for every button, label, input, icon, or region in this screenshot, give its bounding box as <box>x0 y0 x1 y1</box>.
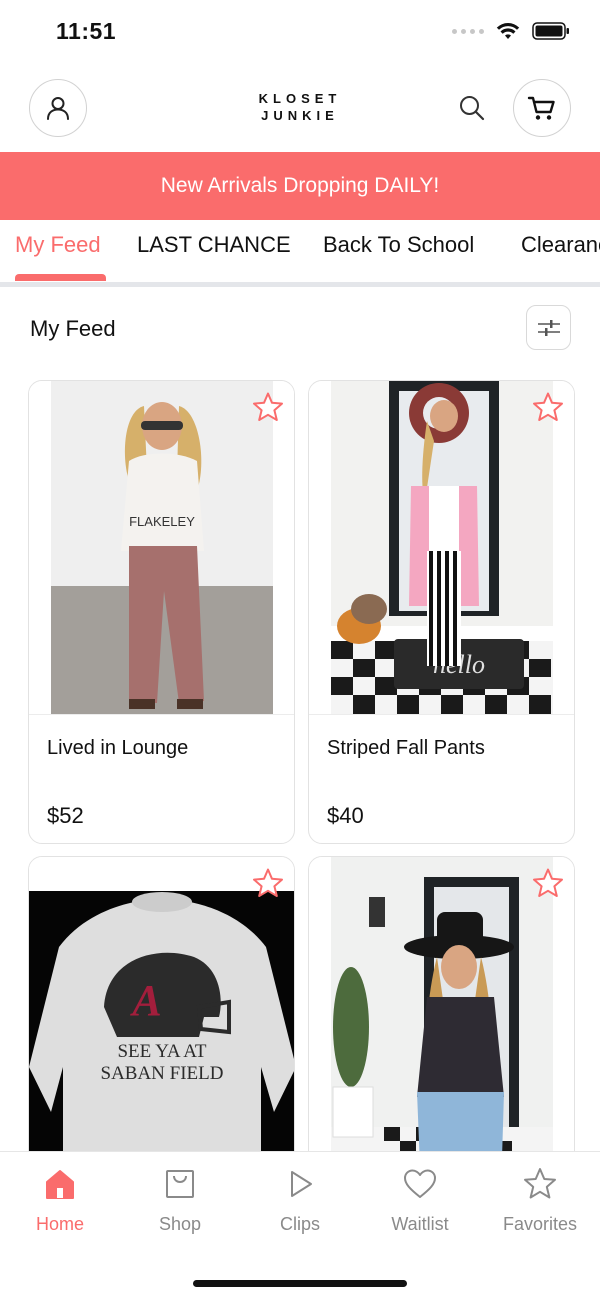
product-card[interactable] <box>308 856 575 1176</box>
nav-home-label: Home <box>35 1214 84 1234</box>
active-tab-indicator <box>15 274 106 281</box>
favorite-star-icon[interactable] <box>532 391 564 423</box>
nav-waitlist[interactable]: Waitlist <box>370 1166 470 1235</box>
product-card[interactable]: FLAKELEY Lived in Lounge $52 <box>28 380 295 844</box>
shirt-print-line-1: SEE YA AT <box>117 1041 206 1062</box>
star-icon <box>524 1168 556 1199</box>
sliders-icon <box>537 319 560 336</box>
shirt-print-line-2: SABAN FIELD <box>101 1063 224 1084</box>
feed-title: My Feed <box>30 316 116 341</box>
promo-banner[interactable]: New Arrivals Dropping DAILY! <box>0 152 600 220</box>
status-time: 11:51 <box>56 18 117 44</box>
home-icon <box>46 1170 74 1199</box>
status-bar: 11:51 <box>0 0 600 66</box>
product-card[interactable]: A SEE YA AT SABAN FIELD <box>28 856 295 1176</box>
brand-logo[interactable]: KLOSET JUNKIE <box>0 90 600 124</box>
nav-waitlist-label: Waitlist <box>391 1214 449 1234</box>
nav-favorites-label: Favorites <box>502 1214 578 1234</box>
tab-clearance[interactable]: Clearance <box>521 232 600 282</box>
tab-last-chance[interactable]: LAST CHANCE <box>137 232 291 282</box>
card-divider <box>309 714 574 715</box>
favorite-star-icon[interactable] <box>252 867 284 899</box>
product-price: $52 <box>47 803 84 828</box>
nav-shop-label: Shop <box>158 1214 202 1234</box>
status-icons <box>452 22 570 40</box>
logo-line-2: JUNKIE <box>261 108 339 123</box>
signal-dots-icon <box>452 28 484 34</box>
cart-button[interactable] <box>513 79 571 137</box>
card-divider <box>29 714 294 715</box>
product-image[interactable]: hello <box>309 381 574 715</box>
product-card[interactable]: hello Striped Fall Pants $40 <box>308 380 575 844</box>
tab-back-to-school[interactable]: Back To School <box>323 232 474 282</box>
product-name[interactable]: Lived in Lounge <box>47 737 188 760</box>
shopping-bag-icon <box>166 1170 194 1198</box>
nav-home[interactable]: Home <box>10 1166 110 1235</box>
search-button[interactable] <box>457 93 487 123</box>
product-name[interactable]: Striped Fall Pants <box>327 737 485 760</box>
product-image[interactable] <box>309 857 574 1175</box>
top-header: KLOSET JUNKIE <box>0 66 600 152</box>
cart-icon <box>527 96 555 120</box>
search-icon <box>460 96 485 121</box>
svg-text:FLAKELEY: FLAKELEY <box>129 514 195 529</box>
logo-line-1: KLOSET <box>258 91 342 106</box>
product-image[interactable]: FLAKELEY <box>29 381 294 715</box>
bottom-tab-bar: Home Shop Clips Waitlist Favorites <box>0 1151 600 1299</box>
product-image[interactable]: A SEE YA AT SABAN FIELD <box>29 857 294 1175</box>
play-icon <box>291 1171 312 1197</box>
nav-clips-label: Clips <box>279 1214 320 1234</box>
favorite-star-icon[interactable] <box>252 391 284 423</box>
home-indicator <box>193 1280 407 1287</box>
tabs-divider <box>0 282 600 287</box>
heart-icon <box>404 1169 436 1198</box>
nav-favorites[interactable]: Favorites <box>490 1166 590 1235</box>
promo-banner-text: New Arrivals Dropping DAILY! <box>160 174 440 197</box>
filter-button[interactable] <box>526 305 571 350</box>
favorite-star-icon[interactable] <box>532 867 564 899</box>
product-price: $40 <box>327 803 364 828</box>
battery-icon <box>532 22 569 40</box>
nav-clips[interactable]: Clips <box>250 1166 350 1235</box>
helmet-logo-text: A <box>129 976 161 1025</box>
nav-shop[interactable]: Shop <box>130 1166 230 1235</box>
wifi-icon <box>496 23 520 39</box>
category-tabs: My Feed LAST CHANCE Back To School Clear… <box>0 220 600 282</box>
